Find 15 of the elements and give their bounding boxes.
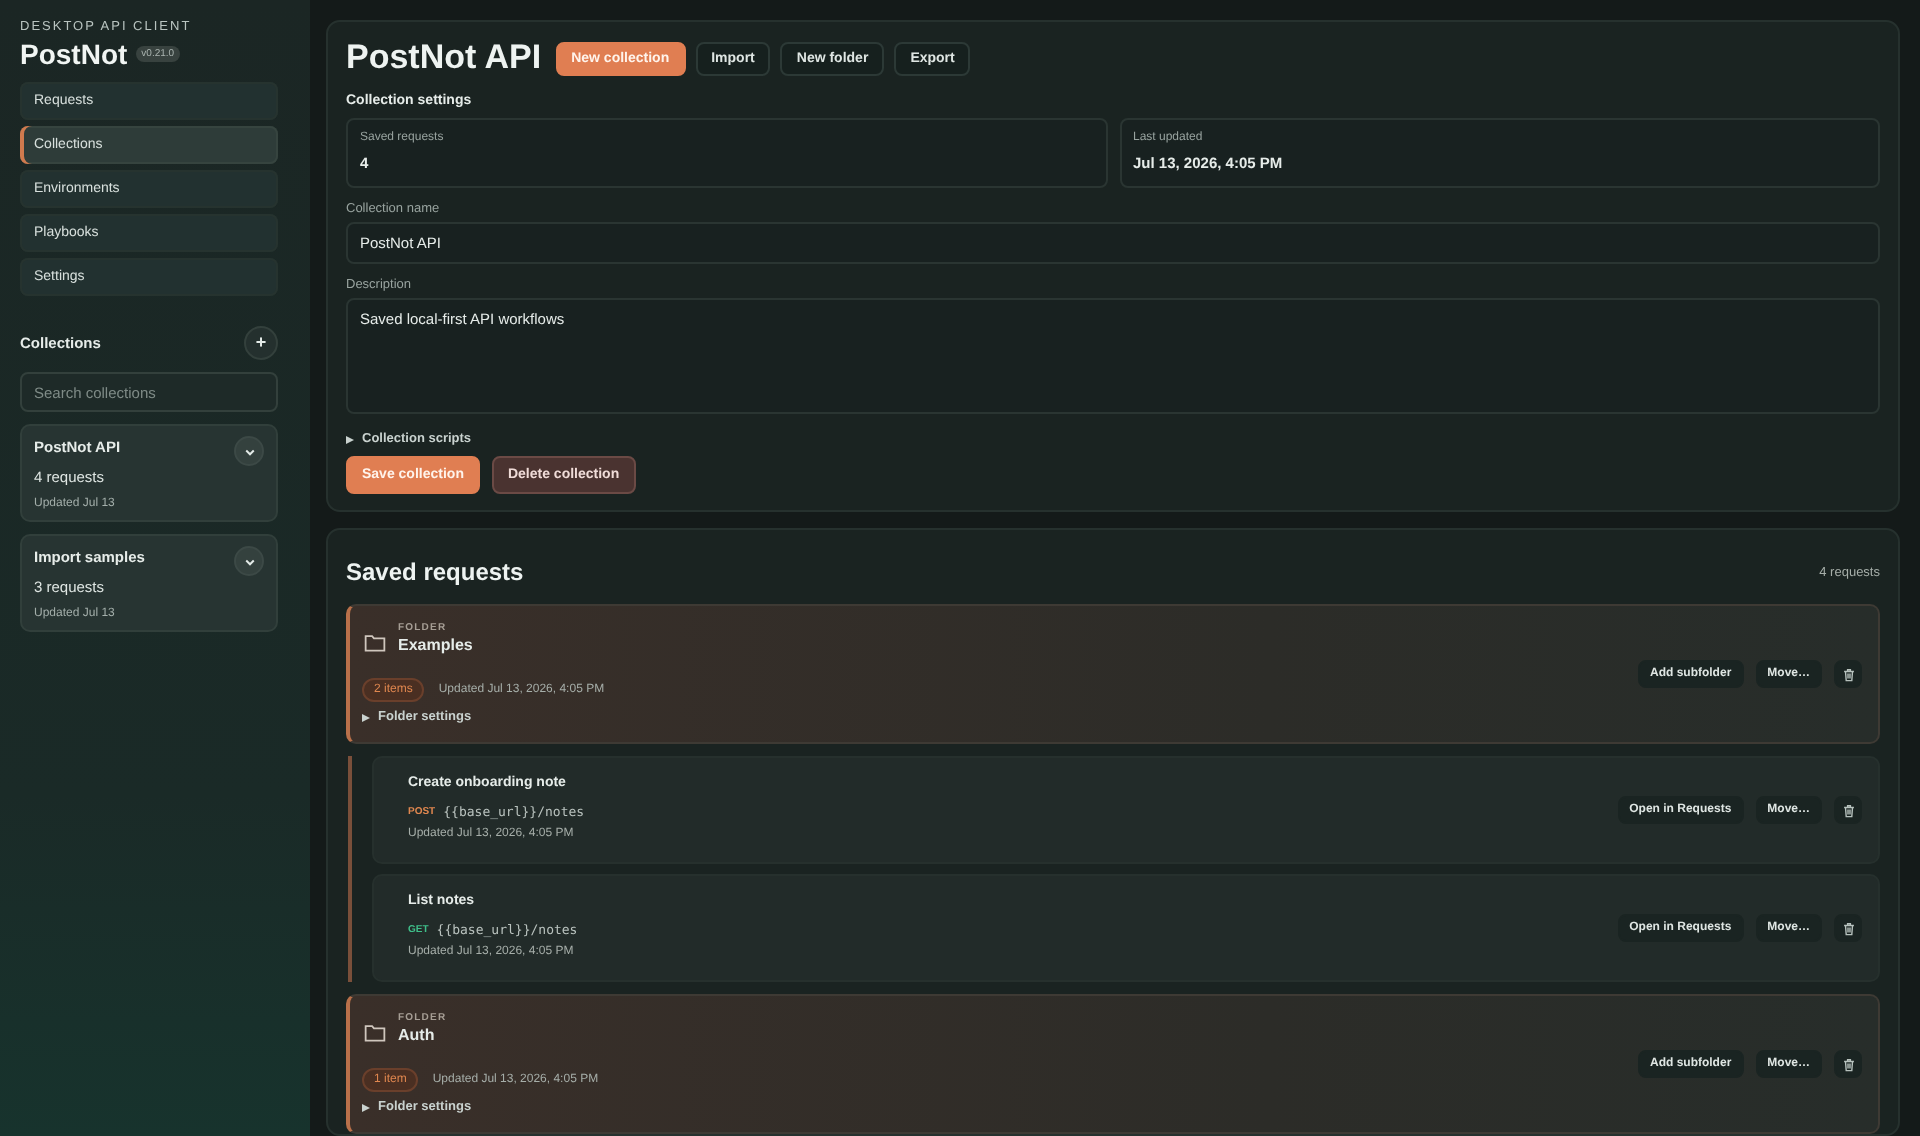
- delete-icon[interactable]: [1834, 796, 1862, 824]
- disclosure-icon[interactable]: [362, 713, 370, 721]
- disclosure-icon[interactable]: [362, 1103, 370, 1111]
- chevron-down-icon[interactable]: [234, 436, 264, 466]
- delete-icon[interactable]: [1834, 660, 1862, 688]
- collection-title: PostNot API: [346, 38, 542, 78]
- delete-icon[interactable]: [1834, 1050, 1862, 1078]
- folder-name: Auth: [398, 1026, 437, 1044]
- disclosure-icon[interactable]: [346, 435, 354, 443]
- delete-icon[interactable]: [1834, 914, 1862, 942]
- chevron-down-icon[interactable]: [234, 546, 264, 576]
- app-name: PostNot: [20, 38, 128, 70]
- add-button[interactable]: +: [244, 326, 278, 360]
- folder-name: Examples: [398, 636, 473, 654]
- section-title: Saved requests: [346, 558, 524, 586]
